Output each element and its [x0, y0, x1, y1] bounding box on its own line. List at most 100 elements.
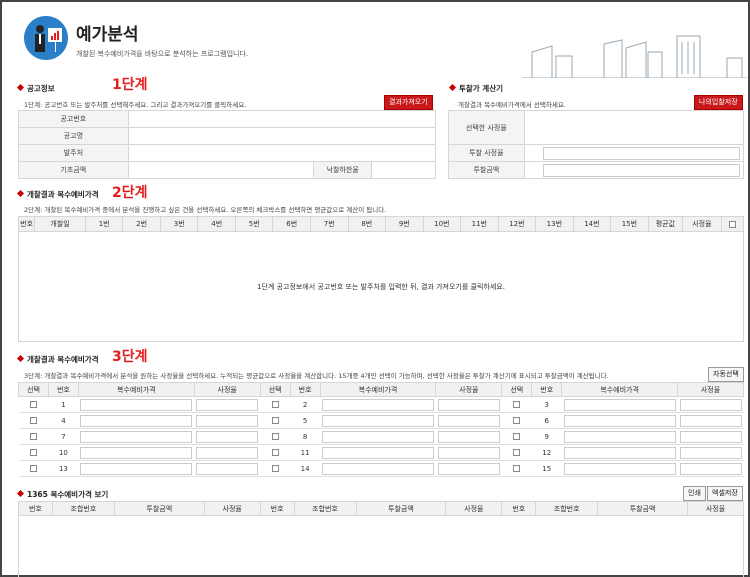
price-input[interactable] — [322, 430, 434, 443]
notice-name-field[interactable] — [127, 127, 437, 145]
base-amount-label: 기초금액 — [18, 161, 129, 179]
price-input[interactable] — [322, 462, 434, 475]
save-my-bid-button[interactable]: 나의입찰저장 — [694, 95, 743, 110]
bullet-icon — [16, 489, 25, 498]
bid-calculator-table: 선택한 사정율 투찰 사정율 투찰금액 — [448, 110, 745, 179]
col-header: 3번 — [159, 216, 199, 232]
rate-input[interactable] — [437, 414, 500, 427]
row-checkbox[interactable] — [271, 401, 279, 408]
client-field[interactable] — [127, 144, 437, 162]
col-header: 12번 — [497, 216, 537, 232]
rate-input[interactable] — [196, 446, 259, 459]
section1-title: 공고정보 — [16, 83, 55, 94]
rate-select-table: 선택 번호 복수예비가격 사정율 선택 번호 복수예비가격 사정율 선택 번호 … — [18, 382, 744, 477]
select-all-header[interactable] — [720, 216, 745, 232]
rate-input[interactable] — [679, 398, 742, 411]
price-input[interactable] — [563, 446, 676, 459]
col-header: 사정율 — [193, 382, 261, 397]
section3-desc: 3단계: 개찰결과 복수예비가격에서 분석을 원하는 사정율을 선택하세요. 누… — [24, 372, 609, 380]
row-checkbox[interactable] — [513, 401, 521, 408]
row-checkbox[interactable] — [29, 417, 37, 424]
table-row: 7 8 9 — [18, 428, 744, 445]
col-header: 8번 — [347, 216, 387, 232]
price-input[interactable] — [80, 446, 193, 459]
table-row: 13 14 15 — [18, 460, 744, 477]
col-header: 번호 — [289, 382, 321, 397]
rate-input[interactable] — [196, 430, 259, 443]
row-checkbox[interactable] — [271, 449, 279, 456]
col-header: 투찰금액 — [113, 501, 205, 516]
excel-save-button[interactable]: 엑셀저장 — [707, 486, 743, 501]
row-checkbox[interactable] — [513, 417, 521, 424]
select-all-checkbox[interactable] — [728, 220, 736, 228]
col-header: 선택 — [18, 382, 49, 397]
print-button[interactable]: 인쇄 — [683, 486, 706, 501]
rate-input[interactable] — [679, 446, 742, 459]
price-input[interactable] — [563, 430, 676, 443]
rate-input[interactable] — [679, 430, 742, 443]
col-header: 10번 — [422, 216, 462, 232]
row-checkbox[interactable] — [29, 465, 37, 472]
row-checkbox[interactable] — [29, 401, 37, 408]
rate-input[interactable] — [437, 398, 500, 411]
step1-label: 1단계 — [112, 77, 148, 93]
calc-title-text: 투찰가 계산기 — [459, 84, 504, 93]
bid-amount-label: 투찰금액 — [448, 161, 525, 179]
col-header: 13번 — [535, 216, 574, 232]
row-checkbox[interactable] — [513, 465, 521, 472]
row-checkbox[interactable] — [271, 465, 279, 472]
base-amount-field[interactable] — [127, 161, 315, 179]
price-input[interactable] — [80, 430, 193, 443]
rate-input[interactable] — [196, 462, 259, 475]
notice-no-field[interactable] — [127, 110, 437, 128]
section1-desc: 1단계: 공고번호 또는 발주처를 선택해주세요. 그리고 결과가져오기를 클릭… — [24, 101, 247, 109]
fetch-result-button[interactable]: 결과가져오기 — [384, 95, 433, 110]
col-header: 사정율 — [445, 501, 503, 516]
price-input[interactable] — [80, 398, 193, 411]
row-checkbox[interactable] — [271, 433, 279, 440]
row-number: 8 — [290, 428, 321, 445]
table-header-row: 번호 조합번호 투찰금액 사정율 번호 조합번호 투찰금액 사정율 번호 조합번… — [18, 501, 744, 516]
section2-desc: 2단계: 개찰된 복수예비가격 중에서 분석을 진행하고 싶은 건을 선택하세요… — [24, 206, 387, 214]
rate-input[interactable] — [679, 414, 742, 427]
price-input[interactable] — [322, 414, 434, 427]
bullet-icon — [16, 354, 25, 363]
rate-input[interactable] — [196, 414, 259, 427]
price-input[interactable] — [563, 398, 676, 411]
app-frame: 예가분석 개찰된 복수예비가격을 바탕으로 분석하는 프로그램입니다. 공고정보… — [0, 0, 750, 577]
bid-rate-input[interactable] — [542, 146, 740, 160]
section2-title-text: 개찰결과 복수예비가격 — [27, 190, 99, 199]
page-subtitle: 개찰된 복수예비가격을 바탕으로 분석하는 프로그램입니다. — [76, 50, 249, 58]
price-input[interactable] — [322, 398, 434, 411]
col-header: 번호 — [501, 501, 537, 516]
row-checkbox[interactable] — [513, 433, 521, 440]
rate-input[interactable] — [437, 446, 500, 459]
section3-title: 개찰결과 복수예비가격 — [16, 354, 99, 365]
bid-rate-label: 투찰 사정율 — [448, 144, 525, 162]
row-number: 13 — [48, 460, 79, 477]
rate-input[interactable] — [437, 462, 500, 475]
price-input[interactable] — [563, 414, 676, 427]
col-header: 개찰일 — [34, 216, 86, 232]
price-input[interactable] — [563, 462, 676, 475]
price-input[interactable] — [80, 414, 193, 427]
rate-input[interactable] — [679, 462, 742, 475]
row-number: 14 — [290, 460, 321, 477]
row-number: 9 — [531, 428, 562, 445]
row-checkbox[interactable] — [29, 433, 37, 440]
auto-select-button[interactable]: 자동선택 — [708, 367, 744, 382]
rate-input[interactable] — [437, 430, 500, 443]
row-number: 2 — [290, 396, 321, 413]
col-header: 조합번호 — [51, 501, 115, 516]
rate-input[interactable] — [196, 398, 259, 411]
price-input[interactable] — [80, 462, 193, 475]
lower-rate-field[interactable] — [371, 161, 436, 179]
row-checkbox[interactable] — [513, 449, 521, 456]
row-checkbox[interactable] — [271, 417, 279, 424]
row-checkbox[interactable] — [29, 449, 37, 456]
col-header: 선택 — [259, 382, 291, 397]
price-input[interactable] — [322, 446, 434, 459]
bid-amount-input[interactable] — [542, 163, 740, 177]
section3-title-text: 개찰결과 복수예비가격 — [27, 355, 99, 364]
col-header: 평균값 — [647, 216, 684, 232]
